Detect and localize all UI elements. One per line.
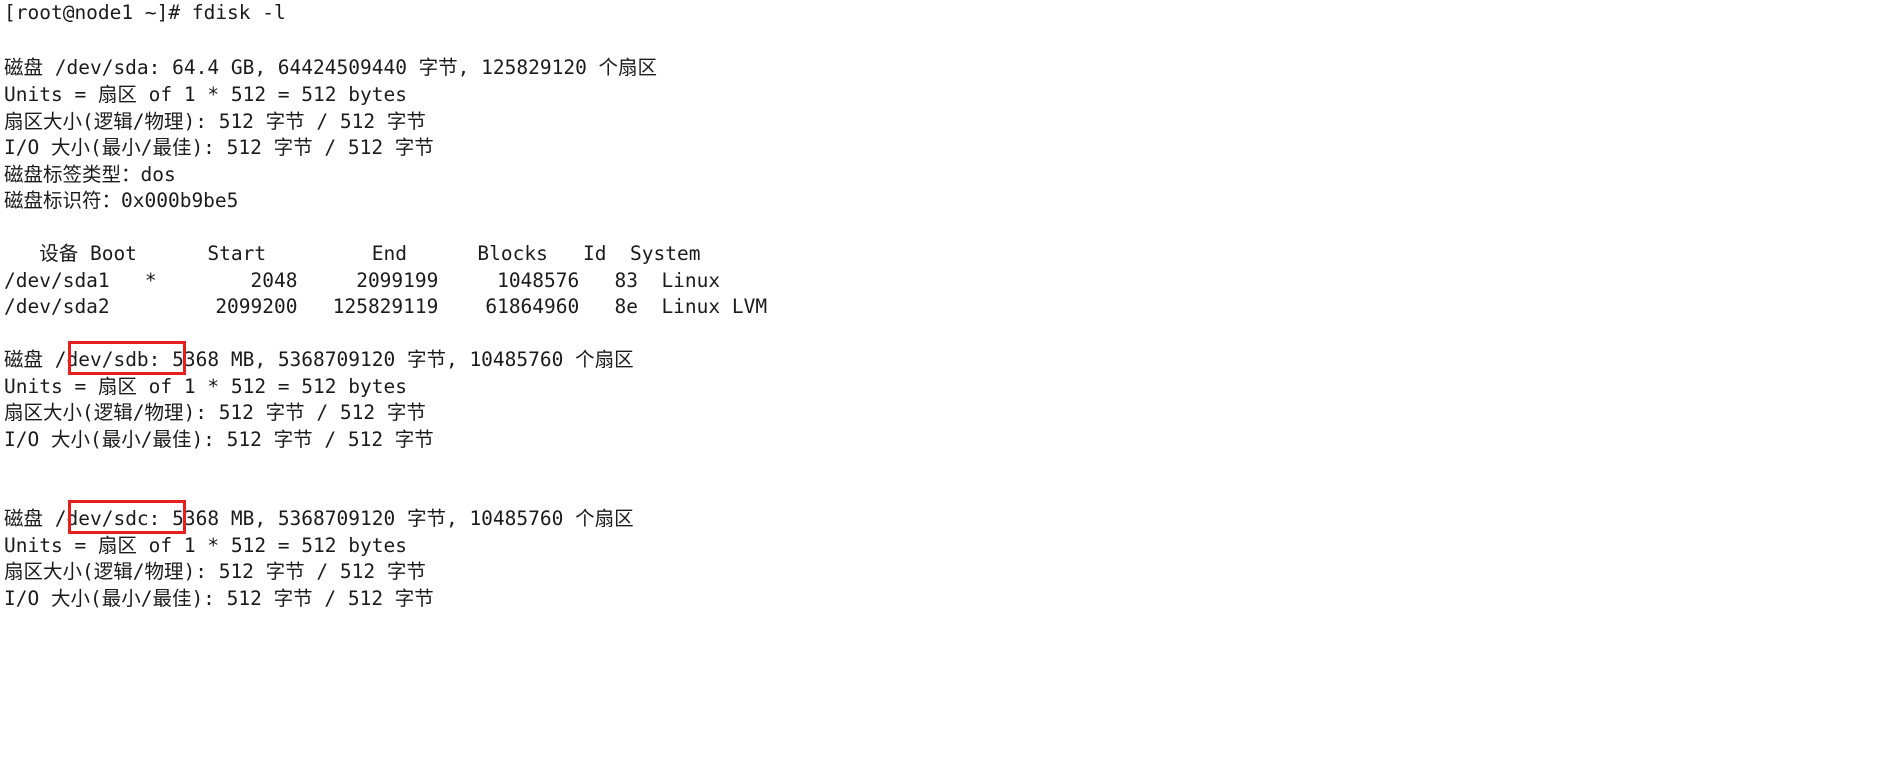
sda-sector-size-line: 扇区大小(逻辑/物理): 512 字节 / 512 字节 — [4, 109, 426, 133]
sdb-io-size-line: I/O 大小(最小/最佳): 512 字节 / 512 字节 — [4, 427, 434, 451]
terminal-output-pane[interactable]: [root@node1 ~]# fdisk -l 磁盘 /dev/sda: 64… — [0, 0, 1899, 784]
sdb-line-prefix: 磁盘 — [4, 348, 55, 371]
sdb-sector-size-line: 扇区大小(逻辑/物理): 512 字节 / 512 字节 — [4, 401, 426, 424]
sdb-device-name: /dev/sdb: — [54, 348, 161, 371]
sda-disk-identifier-line: 磁盘标识符：0x000b9be5 — [4, 189, 239, 212]
sda-units-line: Units = 扇区 of 1 * 512 = 512 bytes — [4, 83, 407, 106]
table-row: /dev/sda2 2099200 125829119 61864960 8e … — [4, 295, 768, 318]
sdb-line-suffix: 5368 MB, 5368709120 字节, 10485760 个扇区 — [160, 348, 634, 371]
shell-prompt-line: [root@node1 ~]# fdisk -l — [4, 1, 286, 24]
sda-disk-label-type-line: 磁盘标签类型：dos — [4, 162, 176, 186]
sdc-io-size-line: I/O 大小(最小/最佳): 512 字节 / 512 字节 — [4, 586, 434, 610]
sdc-line-prefix: 磁盘 — [4, 507, 55, 530]
sdc-sector-size-line: 扇区大小(逻辑/物理): 512 字节 / 512 字节 — [4, 560, 426, 583]
sda-io-size-line: I/O 大小(最小/最佳): 512 字节 / 512 字节 — [4, 136, 434, 159]
sdb-disk-summary-line: 磁盘 /dev/sdb: 5368 MB, 5368709120 字节, 104… — [4, 347, 634, 374]
sdb-units-line: Units = 扇区 of 1 * 512 = 512 bytes — [4, 374, 407, 398]
table-row: /dev/sda1 * 2048 2099199 1048576 83 Linu… — [4, 268, 721, 292]
sdc-line-suffix: 5368 MB, 5368709120 字节, 10485760 个扇区 — [160, 507, 634, 530]
sda-disk-summary-line: 磁盘 /dev/sda: 64.4 GB, 64424509440 字节, 12… — [4, 56, 658, 79]
sdc-device-name: /dev/sdc: — [54, 507, 161, 530]
sdc-units-line: Units = 扇区 of 1 * 512 = 512 bytes — [4, 533, 407, 557]
sdc-disk-summary-line: 磁盘 /dev/sdc: 5368 MB, 5368709120 字节, 104… — [4, 506, 634, 533]
partition-table-header: 设备 Boot Start End Blocks Id System — [4, 242, 701, 265]
